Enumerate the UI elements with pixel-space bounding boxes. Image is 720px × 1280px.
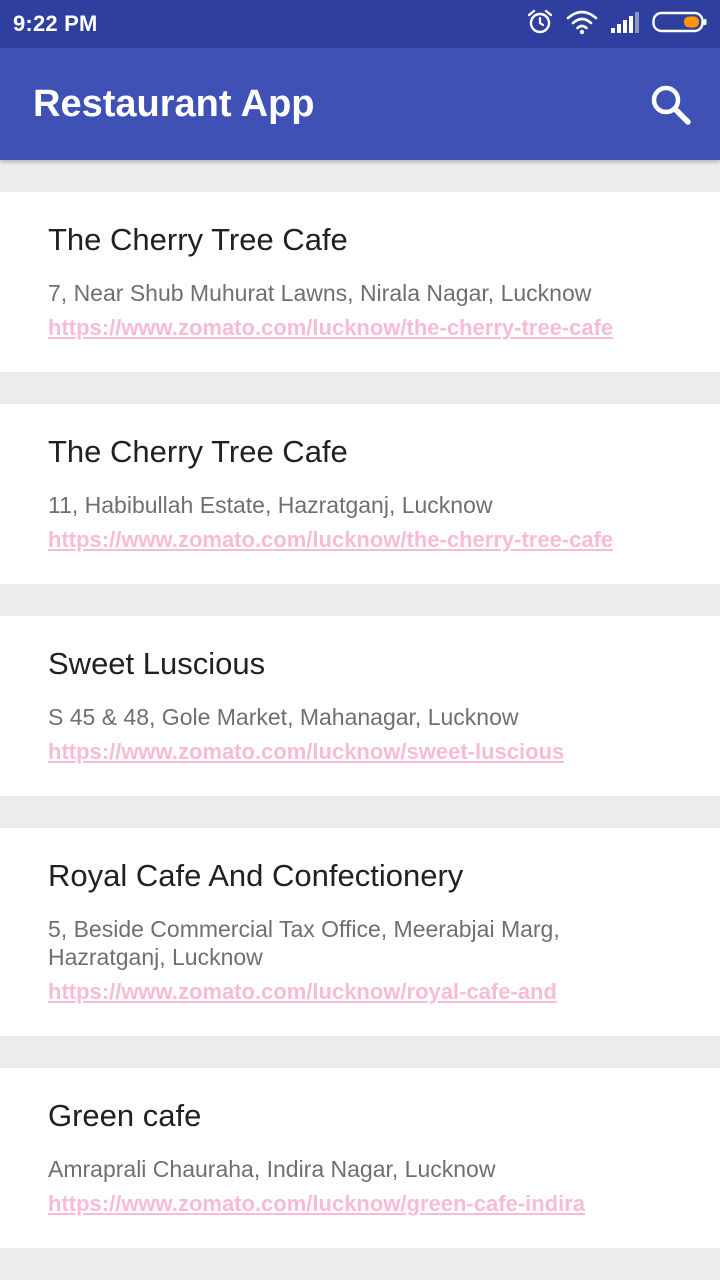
restaurant-link[interactable]: https://www.zomato.com/lucknow/green-caf… — [48, 1191, 585, 1217]
battery-icon — [652, 10, 708, 39]
restaurant-address: 7, Near Shub Muhurat Lawns, Nirala Nagar… — [48, 280, 592, 306]
app-bar: Restaurant App — [0, 48, 720, 160]
restaurant-link[interactable]: https://www.zomato.com/lucknow/the-cherr… — [48, 315, 613, 341]
restaurant-card[interactable]: Sweet Luscious S 45 & 48, Gole Market, M… — [0, 616, 720, 796]
restaurant-card[interactable]: Green cafe Amraprali Chauraha, Indira Na… — [0, 1068, 720, 1248]
status-bar: 9:22 PM — [0, 0, 720, 48]
signal-icon — [610, 10, 640, 39]
restaurant-address: S 45 & 48, Gole Market, Mahanagar, Luckn… — [48, 704, 519, 730]
status-icons — [526, 8, 708, 41]
restaurant-address: 5, Beside Commercial Tax Office, Meerabj… — [48, 916, 560, 970]
restaurant-link[interactable]: https://www.zomato.com/lucknow/sweet-lus… — [48, 739, 564, 765]
restaurant-name: The Cherry Tree Cafe — [48, 434, 348, 469]
restaurant-card[interactable]: The Cherry Tree Cafe 11, Habibullah Esta… — [0, 404, 720, 584]
restaurant-name: Green cafe — [48, 1098, 202, 1133]
app-title: Restaurant App — [33, 83, 315, 125]
restaurant-address: Amraprali Chauraha, Indira Nagar, Luckno… — [48, 1156, 496, 1182]
restaurant-list: The Cherry Tree Cafe 7, Near Shub Muhura… — [0, 192, 720, 1280]
restaurant-name: Royal Cafe And Confectionery — [48, 858, 464, 893]
wifi-icon — [566, 9, 598, 40]
restaurant-name: Sweet Luscious — [48, 646, 266, 681]
status-time: 9:22 PM — [13, 11, 98, 36]
restaurant-link[interactable]: https://www.zomato.com/lucknow/royal-caf… — [48, 979, 557, 1005]
search-button[interactable] — [648, 82, 694, 128]
restaurant-address: 11, Habibullah Estate, Hazratganj, Luckn… — [48, 492, 493, 518]
restaurant-name: The Cherry Tree Cafe — [48, 222, 348, 257]
search-icon — [651, 85, 691, 125]
restaurant-card[interactable]: The Cherry Tree Cafe 7, Near Shub Muhura… — [0, 192, 720, 372]
restaurant-link[interactable]: https://www.zomato.com/lucknow/the-cherr… — [48, 527, 613, 553]
alarm-icon — [526, 8, 554, 41]
restaurant-card[interactable]: Royal Cafe And Confectionery 5, Beside C… — [0, 828, 720, 1036]
